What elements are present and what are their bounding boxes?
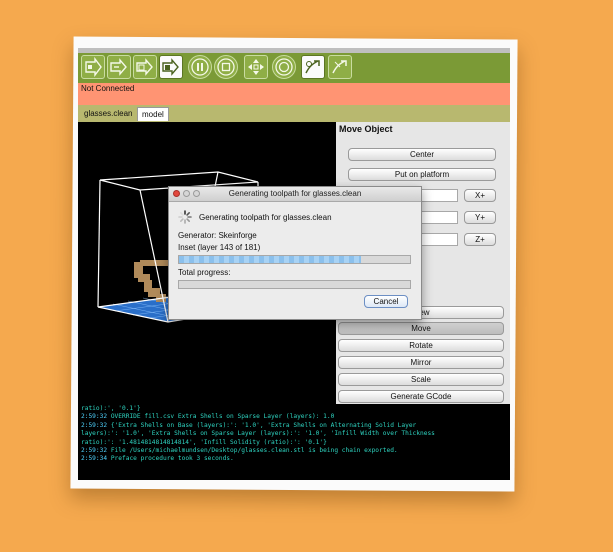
tab-file[interactable]: glasses.clean bbox=[80, 107, 136, 120]
dialog-heading: Generating toolpath for glasses.clean bbox=[199, 213, 332, 222]
z-plus-button[interactable]: Z+ bbox=[464, 233, 496, 246]
dialog-title-bar: Generating toolpath for glasses.clean bbox=[169, 187, 421, 202]
build-icon[interactable] bbox=[81, 55, 105, 79]
total-progress-bar bbox=[178, 280, 411, 289]
stage-label: Inset (layer 143 of 181) bbox=[178, 243, 261, 252]
rotate-mode-button[interactable]: Rotate bbox=[338, 339, 504, 352]
mirror-mode-button[interactable]: Mirror bbox=[338, 356, 504, 369]
zoom-window-icon[interactable] bbox=[193, 190, 200, 197]
center-button[interactable]: Center bbox=[348, 148, 496, 161]
move-panel-title: Move Object bbox=[339, 124, 393, 134]
move-mode-button[interactable]: Move bbox=[338, 322, 504, 335]
connection-status-text: Not Connected bbox=[81, 84, 135, 93]
tab-bar: glasses.clean model bbox=[78, 105, 510, 122]
pause-icon[interactable] bbox=[188, 55, 212, 79]
jog-icon[interactable] bbox=[244, 55, 268, 79]
upload-icon[interactable] bbox=[107, 55, 131, 79]
console-line: 2:59:32 {'Extra Shells on Base (layers):… bbox=[81, 421, 417, 429]
dialog-title: Generating toolpath for glasses.clean bbox=[228, 189, 362, 198]
spinner-icon bbox=[178, 210, 192, 224]
stage-progress-fill bbox=[179, 256, 362, 263]
disconnect-icon[interactable] bbox=[328, 55, 352, 79]
x-plus-button[interactable]: X+ bbox=[464, 189, 496, 202]
generator-label: Generator: Skeinforge bbox=[178, 231, 257, 240]
generate-gcode-button[interactable]: Generate GCode bbox=[338, 390, 504, 403]
build-from-file-icon[interactable] bbox=[159, 55, 183, 79]
console-line: layers):': '1.0', 'Extra Shells on Spars… bbox=[81, 430, 435, 438]
y-plus-button[interactable]: Y+ bbox=[464, 211, 496, 224]
temperature-icon[interactable] bbox=[272, 55, 296, 79]
console-line: ratio):', '0.1'} bbox=[81, 405, 141, 412]
tab-model[interactable]: model bbox=[137, 107, 169, 121]
console-line: ratio):': '1.4814814814814814', 'Infill … bbox=[81, 438, 327, 446]
console-line: 2:59:32 File /Users/michaelmundsen/Deskt… bbox=[81, 447, 398, 455]
toolpath-progress-dialog: Generating toolpath for glasses.clean Ge… bbox=[168, 186, 422, 320]
close-window-icon[interactable] bbox=[173, 190, 180, 197]
build-to-file-icon[interactable] bbox=[133, 55, 157, 79]
machine-toolbar bbox=[78, 53, 510, 83]
scale-mode-button[interactable]: Scale bbox=[338, 373, 504, 386]
console-log[interactable]: ratio):', '0.1'} 2:59:32 OVERRIDE fill.c… bbox=[78, 404, 510, 480]
cancel-button[interactable]: Cancel bbox=[364, 295, 408, 308]
minimize-window-icon[interactable] bbox=[183, 190, 190, 197]
stage-progress-bar bbox=[178, 255, 411, 264]
console-line: 2:59:34 Preface procedure took 3 seconds… bbox=[81, 455, 234, 463]
connection-status-bar: Not Connected bbox=[78, 83, 510, 105]
total-progress-label: Total progress: bbox=[178, 268, 231, 277]
reset-icon[interactable] bbox=[301, 55, 325, 79]
stop-icon[interactable] bbox=[214, 55, 238, 79]
put-on-platform-button[interactable]: Put on platform bbox=[348, 168, 496, 181]
console-line: 2:59:32 OVERRIDE fill.csv Extra Shells o… bbox=[81, 413, 335, 421]
